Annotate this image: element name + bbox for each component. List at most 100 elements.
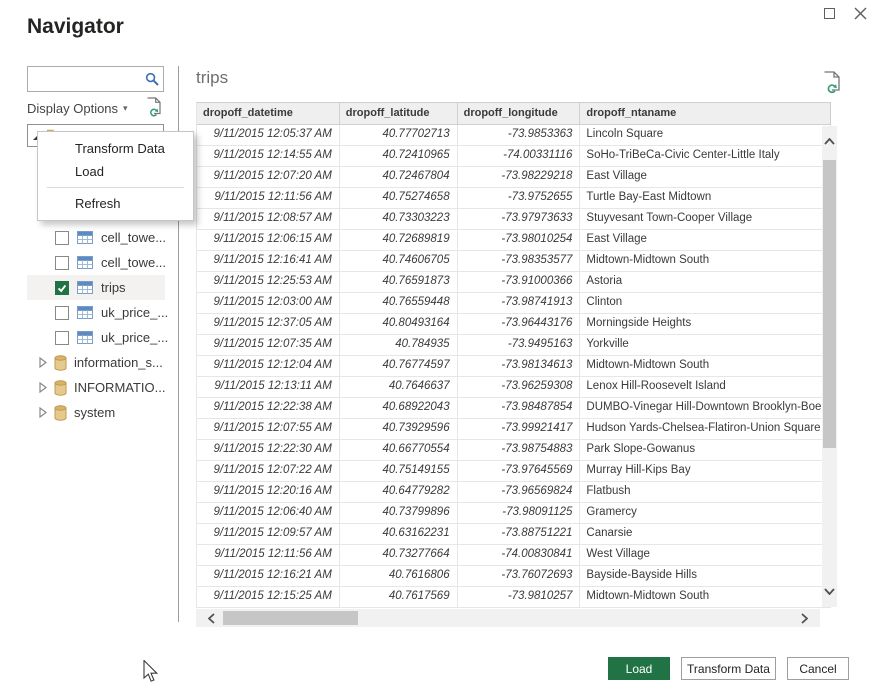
display-options-dropdown[interactable]: Display Options ▾ [27,101,128,116]
sidebar-item-cell-towe[interactable]: cell_towe... [27,250,165,275]
table-row: 9/11/2015 12:22:30 AM40.66770554-73.9875… [197,440,831,461]
scroll-right-button[interactable] [797,611,812,626]
table-icon [77,331,93,344]
table-row: 9/11/2015 12:16:21 AM40.7616806-73.76072… [197,566,831,587]
cell: 40.72467804 [340,167,458,187]
menu-item-refresh[interactable]: Refresh [38,192,193,215]
cell: West Village [580,545,831,565]
sidebar-item-cell-towe[interactable]: cell_towe... [27,225,165,250]
table-row: 9/11/2015 12:12:04 AM40.76774597-73.9813… [197,356,831,377]
cell: -73.9752655 [458,188,581,208]
vertical-scrollbar[interactable] [822,126,837,607]
mouse-cursor [143,660,160,689]
cell: -74.00830841 [458,545,581,565]
menu-item-transform-data[interactable]: Transform Data [38,137,193,160]
chevron-down-icon: ▾ [123,103,128,114]
chevron-right-icon [39,357,47,368]
scroll-down-button[interactable] [822,584,837,599]
cell: -73.98487854 [458,398,581,418]
search-box [27,66,164,92]
cell: Gramercy [580,503,831,523]
context-menu: Transform DataLoad Refresh [37,131,194,221]
cell: 9/11/2015 12:07:55 AM [197,419,340,439]
table-row: 9/11/2015 12:22:38 AM40.68922043-73.9848… [197,398,831,419]
transform-data-button[interactable]: Transform Data [681,657,776,680]
database-icon [54,405,67,421]
cell: Morningside Heights [580,314,831,334]
refresh-preview-button[interactable] [823,71,842,99]
expand-chevron[interactable] [39,357,47,368]
table-row: 9/11/2015 12:03:00 AM40.76559448-73.9874… [197,293,831,314]
cell: -73.98754883 [458,440,581,460]
table-row: 9/11/2015 12:09:57 AM40.63162231-73.8875… [197,524,831,545]
cell: 40.76774597 [340,356,458,376]
cell: Stuyvesant Town-Cooper Village [580,209,831,229]
cell: Midtown-Midtown South [580,251,831,271]
cell: Midtown-Midtown South [580,356,831,376]
cell: -73.9495163 [458,335,581,355]
table-icon [77,256,93,269]
cell: -73.97973633 [458,209,581,229]
cell: -73.98741913 [458,293,581,313]
table-row: 9/11/2015 12:37:05 AM40.80493164-73.9644… [197,314,831,335]
cell: 40.63162231 [340,524,458,544]
search-icon[interactable] [141,72,163,86]
cell: 9/11/2015 12:37:05 AM [197,314,340,334]
cell: 40.73799896 [340,503,458,523]
table-icon [77,231,93,244]
expand-chevron[interactable] [39,407,47,418]
checkbox[interactable] [55,331,69,345]
cell: 40.66770554 [340,440,458,460]
cell: 9/11/2015 12:08:57 AM [197,209,340,229]
vertical-scrollbar-thumb[interactable] [823,160,836,448]
scroll-left-button[interactable] [204,611,219,626]
sidebar-item-informatio[interactable]: INFORMATIO... [27,375,165,400]
database-icon [54,405,67,421]
checkbox[interactable] [55,281,69,295]
cell: 40.80493164 [340,314,458,334]
horizontal-scrollbar-thumb[interactable] [223,611,358,625]
tree-item-label: information_s... [74,355,163,370]
scroll-up-button[interactable] [822,134,837,149]
close-button[interactable] [851,4,869,22]
cell: DUMBO-Vinegar Hill-Downtown Brooklyn-Boe… [580,398,831,418]
sidebar-item-uk-price[interactable]: uk_price_... [27,325,165,350]
load-button[interactable]: Load [608,657,670,680]
tree-item-label: cell_towe... [101,230,166,245]
checkbox[interactable] [55,231,69,245]
cell: 9/11/2015 12:11:56 AM [197,188,340,208]
horizontal-scrollbar[interactable] [196,609,820,627]
sidebar-item-uk-price[interactable]: uk_price_... [27,300,165,325]
sidebar-item-information-s[interactable]: information_s... [27,350,165,375]
cancel-button[interactable]: Cancel [787,657,849,680]
cell: 40.7617569 [340,587,458,607]
sidebar-item-trips[interactable]: trips [27,275,165,300]
cell: 9/11/2015 12:22:30 AM [197,440,340,460]
table-row: 9/11/2015 12:25:53 AM40.76591873-73.9100… [197,272,831,293]
cell: 9/11/2015 12:06:15 AM [197,230,340,250]
table-body: 9/11/2015 12:05:37 AM40.77702713-73.9853… [197,125,831,608]
cell: 40.74606705 [340,251,458,271]
cell: SoHo-TriBeCa-Civic Center-Little Italy [580,146,831,166]
checkbox[interactable] [55,306,69,320]
sidebar-item-system[interactable]: system [27,400,165,425]
checkbox[interactable] [55,256,69,270]
table-icon [77,256,93,269]
search-input[interactable] [28,68,141,90]
menu-item-load[interactable]: Load [38,160,193,183]
document-refresh-icon [823,71,842,94]
column-header-dropoff_longitude: dropoff_longitude [458,103,581,124]
cell: 9/11/2015 12:13:11 AM [197,377,340,397]
table-icon [77,281,93,294]
expand-chevron[interactable] [39,382,47,393]
refresh-source-button[interactable] [146,97,163,122]
cell: -73.91000366 [458,272,581,292]
table-row: 9/11/2015 12:07:35 AM40.784935-73.949516… [197,335,831,356]
maximize-button[interactable] [820,4,838,22]
cell: 9/11/2015 12:12:04 AM [197,356,340,376]
cell: 9/11/2015 12:16:41 AM [197,251,340,271]
cell: Lincoln Square [580,125,831,145]
menu-separator [47,187,184,188]
table-icon [77,331,93,344]
page-title: Navigator [27,15,124,39]
